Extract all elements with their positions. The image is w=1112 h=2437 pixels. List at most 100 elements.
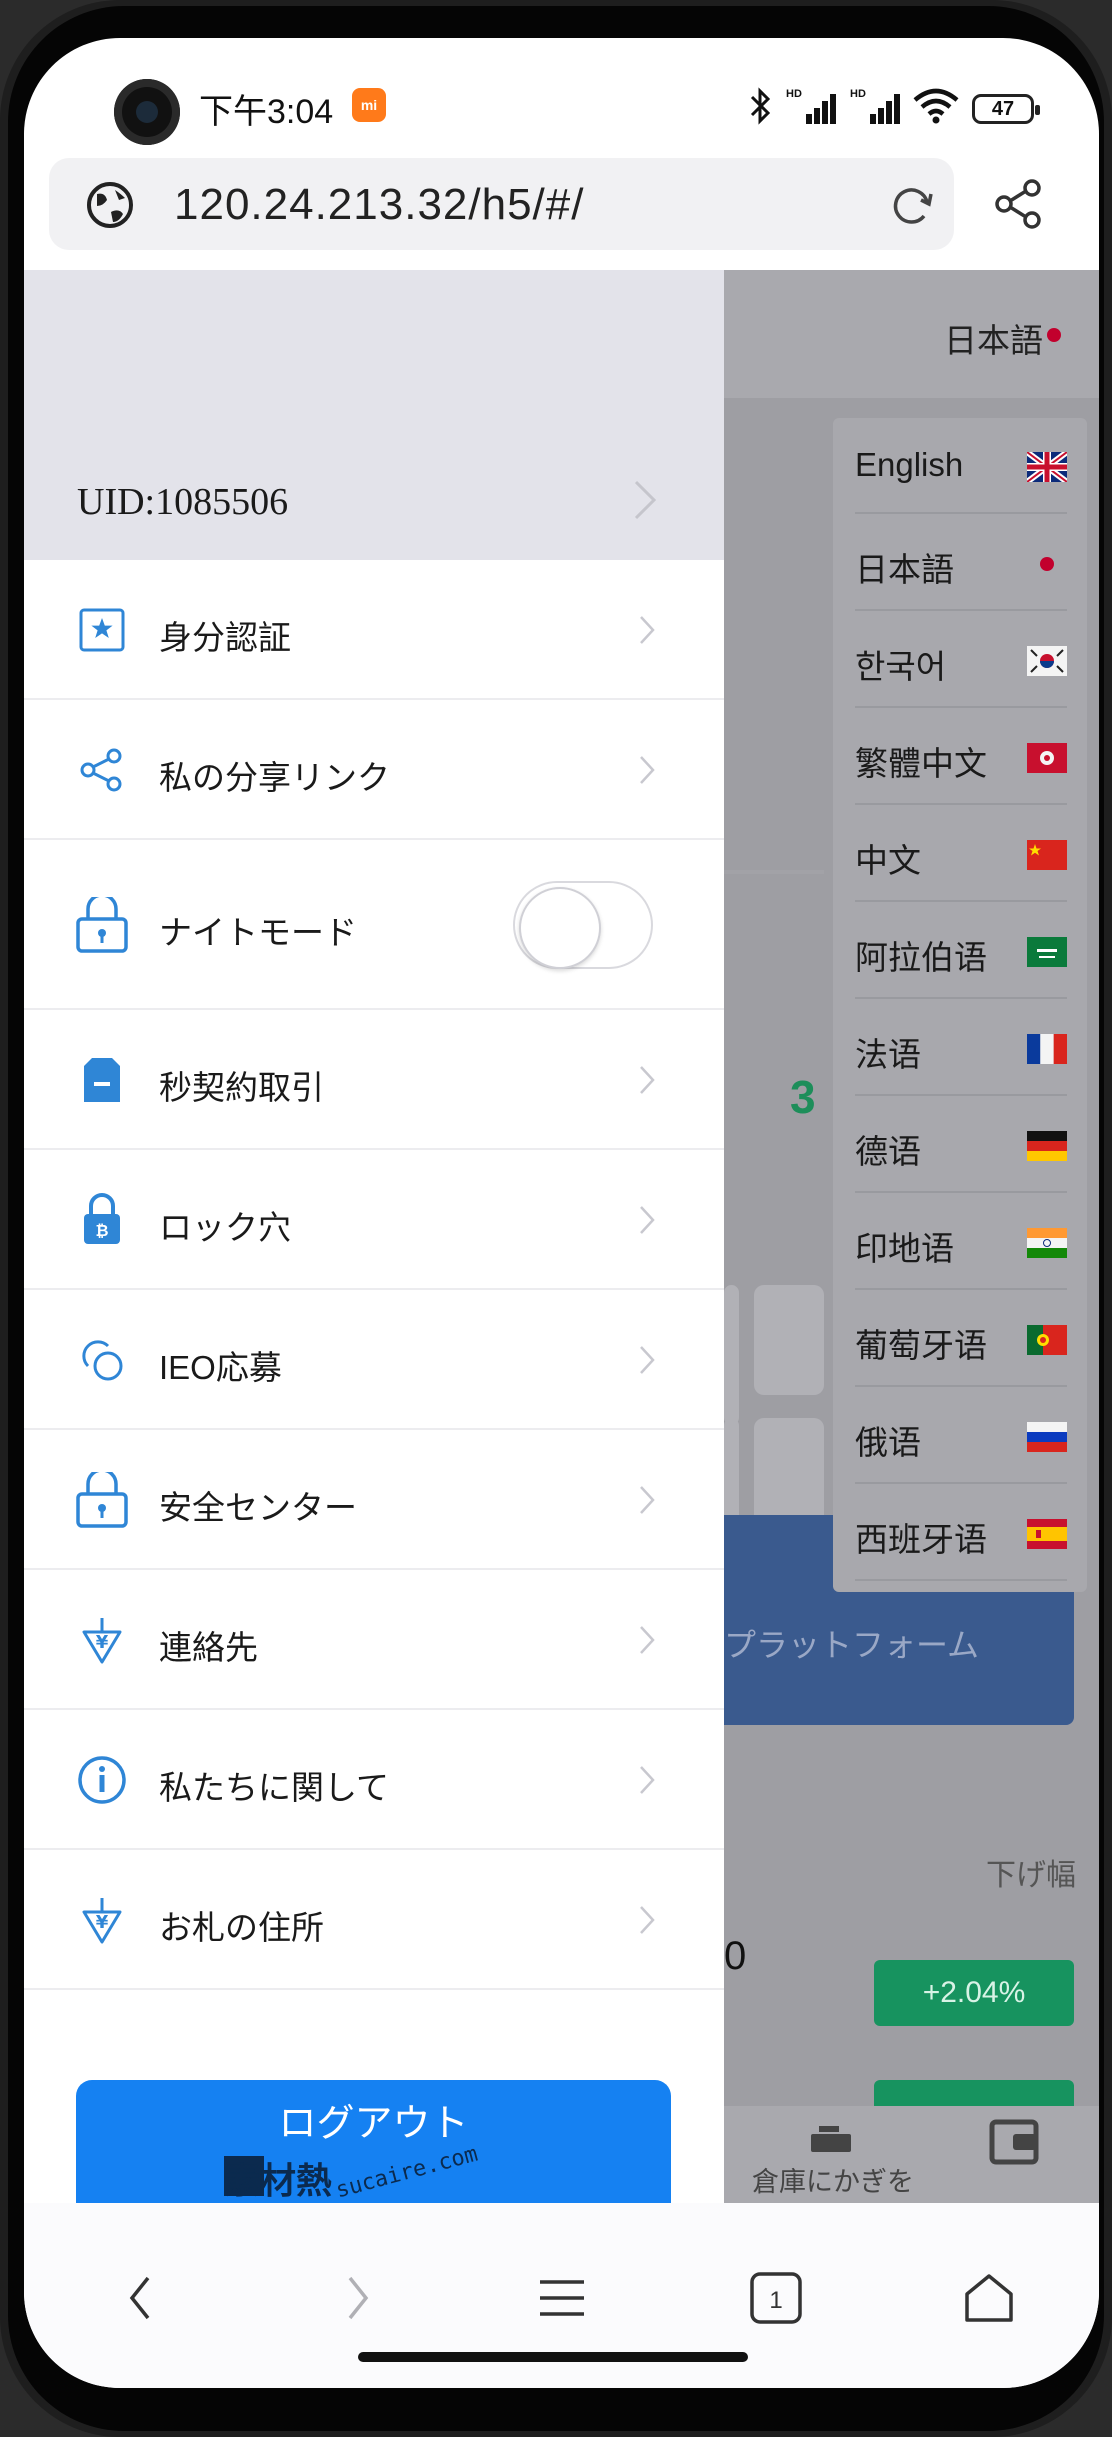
language-option-hk[interactable]: 繁體中文 (855, 709, 1067, 805)
chevron-right-icon (640, 1486, 655, 1514)
drawer-header[interactable]: UID:1085506 (24, 270, 724, 560)
svg-text:¥: ¥ (96, 1632, 109, 1653)
language-label: 德语 (855, 1133, 921, 1170)
background-card (724, 1285, 739, 1425)
url-text: 120.24.213.32/h5/#/ (174, 180, 585, 229)
fr-flag-icon (1027, 1034, 1067, 1064)
page-content: 日本語 3 プラットフォーム 下げ幅 0 +2.04% 倉庫にかぎを かける (24, 270, 1099, 2203)
language-label: 繁體中文 (855, 745, 987, 782)
info-icon (78, 1756, 126, 1804)
share-icon (80, 748, 122, 792)
language-option-es[interactable]: 西班牙语 (855, 1485, 1067, 1581)
chevron-right-icon (640, 756, 655, 784)
drawer-menu-item[interactable]: 私たちに関して (24, 1710, 724, 1850)
tabs-count: 1 (769, 2287, 782, 2314)
bluetooth-icon (750, 87, 771, 125)
language-option-kr[interactable]: 한국어 (855, 612, 1067, 708)
menu-icon[interactable] (532, 2268, 592, 2328)
decline-label: 下げ幅 (986, 1859, 1076, 1892)
sa-flag-icon (1027, 937, 1067, 967)
pt-flag-icon (1027, 1325, 1067, 1355)
wallet-icon (989, 2119, 1039, 2165)
side-drawer: UID:1085506 身分認証私の分享リンク ナイトモード 秒契約取引 ₿ ロック穴 I… (24, 270, 724, 2203)
id-badge-icon (79, 608, 125, 652)
chevron-right-icon (640, 1766, 655, 1794)
home-indicator[interactable] (358, 2352, 748, 2362)
drawer-menu-item[interactable]: ¥ お札の住所 (24, 1850, 724, 1990)
menu-label: 安全センター (159, 1489, 357, 1526)
drawer-menu-item[interactable]: 安全センター (24, 1430, 724, 1570)
status-time: 下午3:04 (199, 93, 334, 131)
drawer-menu-item[interactable]: 私の分享リンク (24, 700, 724, 840)
signal-1-label: HD (786, 88, 802, 100)
yen-download-icon: ¥ (82, 1618, 122, 1664)
menu-label: 私の分享リンク (159, 759, 390, 796)
tabs-icon[interactable]: 1 (746, 2268, 806, 2328)
kr-flag-icon (1027, 646, 1067, 676)
banner-text: プラットフォーム (724, 1627, 980, 1663)
home-icon[interactable] (959, 2268, 1019, 2328)
drawer-menu-item[interactable]: ナイトモード (24, 840, 724, 1010)
forward-icon[interactable] (326, 2268, 386, 2328)
cn-flag-icon (1027, 840, 1067, 870)
es-flag-icon (1027, 1519, 1067, 1549)
signal-icon: HD (786, 88, 836, 124)
background-card (754, 1285, 824, 1395)
jp-flag-icon (1040, 557, 1054, 571)
language-option-jp[interactable]: 日本語 (855, 515, 1067, 611)
night-mode-toggle[interactable] (513, 881, 653, 969)
language-label: 西班牙语 (855, 1521, 987, 1558)
language-option-de[interactable]: 德语 (855, 1097, 1067, 1193)
menu-label: ナイトモード (159, 914, 357, 951)
drawer-menu-item[interactable]: 秒契約取引 (24, 1010, 724, 1150)
tab-lock-warehouse[interactable]: 倉庫にかぎを かける (744, 2165, 922, 2203)
language-option-in[interactable]: 印地语 (855, 1194, 1067, 1290)
language-label: 日本語 (855, 551, 954, 588)
current-language[interactable]: 日本語 (944, 314, 1043, 362)
warehouse-icon (811, 2126, 851, 2152)
menu-label: お札の住所 (159, 1909, 324, 1946)
language-option-uk[interactable]: English (855, 418, 1067, 514)
back-icon[interactable] (112, 2268, 172, 2328)
chevron-right-icon (640, 1626, 655, 1654)
uk-flag-icon (1027, 452, 1067, 482)
language-option-pt[interactable]: 葡萄牙语 (855, 1291, 1067, 1387)
language-option-ru[interactable]: 俄语 (855, 1388, 1067, 1484)
language-label: 葡萄牙语 (855, 1327, 987, 1364)
language-label: English (855, 446, 964, 483)
language-option-cn[interactable]: 中文 (855, 806, 1067, 902)
language-label: 한국어 (855, 648, 947, 685)
watermark-text: 素材熱 (224, 2160, 333, 2201)
background-divider (724, 870, 824, 874)
menu-label: 私たちに関して (159, 1769, 390, 1806)
lock-icon (76, 897, 128, 953)
ru-flag-icon (1027, 1422, 1067, 1452)
japan-flag-icon (1047, 328, 1061, 342)
browser-url-bar[interactable]: 120.24.213.32/h5/#/ (49, 158, 954, 250)
camera-cutout (114, 79, 180, 145)
language-option-fr[interactable]: 法语 (855, 1000, 1067, 1096)
hk-flag-icon (1027, 743, 1067, 773)
signal-icon: HD (850, 88, 900, 124)
reload-icon[interactable] (887, 180, 937, 230)
chevron-right-icon (640, 1906, 655, 1934)
drawer-menu-item[interactable]: ¥ 連絡先 (24, 1570, 724, 1710)
drawer-menu-item[interactable]: IEO応募 (24, 1290, 724, 1430)
chevron-right-icon (640, 616, 655, 644)
background-card (724, 1418, 739, 1528)
language-option-sa[interactable]: 阿拉伯语 (855, 903, 1067, 999)
share-icon[interactable] (990, 176, 1046, 232)
status-bar: 下午3:04 mi HD HD 47 (24, 38, 1099, 158)
background-price: 0 (724, 1934, 747, 1978)
language-dropdown: English 日本語 한국어 繁體中文中文阿拉伯语 法语德语印地语葡萄牙语俄语西班牙语 (833, 418, 1087, 1592)
menu-label: 連絡先 (159, 1629, 258, 1666)
mi-app-icon: mi (352, 88, 386, 122)
language-label: 印地语 (855, 1230, 954, 1267)
language-label: 中文 (855, 842, 921, 879)
drawer-menu-item[interactable]: ₿ ロック穴 (24, 1150, 724, 1290)
chevron-right-icon (640, 1066, 655, 1094)
signal-2-label: HD (850, 88, 866, 100)
drawer-menu-item[interactable]: 身分認証 (24, 560, 724, 700)
menu-label: 秒契約取引 (159, 1069, 324, 1106)
background-page: 日本語 3 プラットフォーム 下げ幅 0 +2.04% 倉庫にかぎを かける (724, 270, 1099, 2203)
